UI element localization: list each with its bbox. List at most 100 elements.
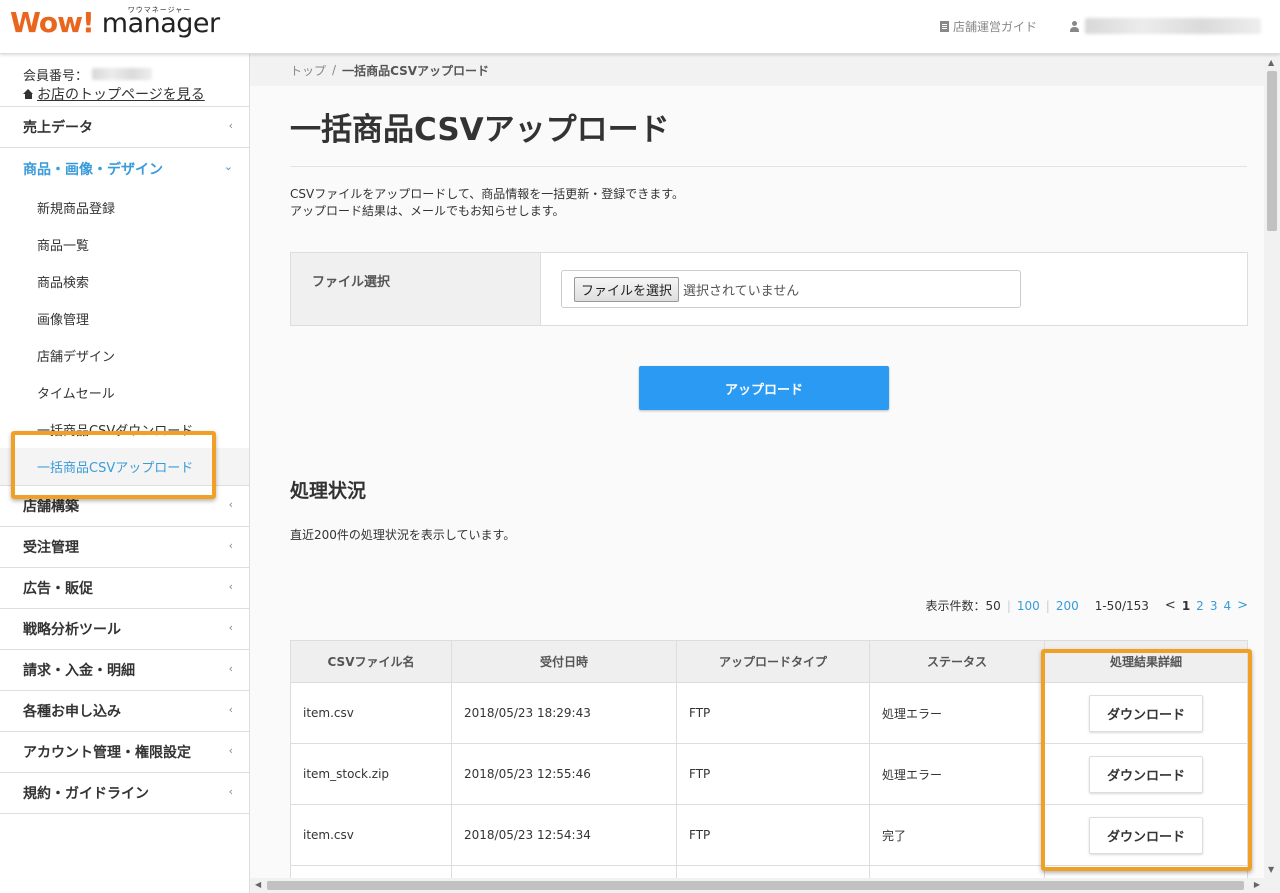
column-header-filename: CSVファイル名 [290, 640, 452, 683]
sidebar-item-ads-promotion[interactable]: 広告・販促 ‹ [0, 568, 249, 609]
top-header: Wow! ワウマネージャー manager 店舗運営ガイド [0, 0, 1280, 54]
user-icon [1070, 20, 1079, 32]
page-description: CSVファイルをアップロードして、商品情報を一括更新・登録できます。 アップロー… [290, 186, 684, 220]
chevron-left-icon: ‹ [228, 785, 233, 798]
sidebar-item-store-building[interactable]: 店舗構築 ‹ [0, 486, 249, 527]
store-guide-link[interactable]: 店舗運営ガイド [940, 18, 1037, 35]
pager-separator: | [1045, 598, 1050, 613]
member-info: 会員番号： お店のトップページを見る [0, 54, 249, 107]
breadcrumb-top[interactable]: トップ [290, 62, 326, 79]
download-button[interactable]: ダウンロード [1089, 816, 1203, 854]
cell-status: 処理エラー [869, 682, 1045, 744]
cell-filename [290, 865, 452, 878]
vertical-scrollbar[interactable]: ▲ ▼ [1264, 54, 1280, 878]
download-button[interactable]: ダウンロード [1089, 755, 1203, 793]
download-button[interactable]: ダウンロード [1089, 694, 1203, 732]
chevron-left-icon: ‹ [228, 119, 233, 132]
scroll-down-arrow-icon[interactable]: ▼ [1268, 865, 1274, 874]
scroll-right-arrow-icon[interactable]: ▶ [1254, 880, 1260, 889]
submenu-item-store-design[interactable]: 店舗デザイン [0, 337, 249, 374]
sidebar-item-label: 規約・ガイドライン [23, 786, 149, 802]
member-number-row: 会員番号： [23, 66, 249, 84]
next-page-button[interactable]: > [1237, 598, 1248, 613]
cell-result-detail: ダウンロード [1044, 743, 1248, 805]
content-area: 一括商品CSVアップロード CSVファイルをアップロードして、商品情報を一括更新… [250, 86, 1264, 878]
submenu-item-csv-download[interactable]: 一括商品CSVダウンロード [0, 411, 249, 448]
column-header-received: 受付日時 [451, 640, 677, 683]
store-top-link-label: お店のトップページを見る [37, 87, 205, 103]
page-size-current: 表示件数：50 [925, 599, 1001, 613]
page-3[interactable]: 3 [1210, 599, 1218, 613]
cell-result-detail: ダウンロード [1044, 804, 1248, 866]
cell-status: 処理エラー [869, 743, 1045, 805]
table-row [290, 865, 1248, 878]
sidebar-item-applications[interactable]: 各種お申し込み ‹ [0, 691, 249, 732]
submenu-item-image-management[interactable]: 画像管理 [0, 300, 249, 337]
sidebar-item-label: 各種お申し込み [23, 704, 121, 720]
logo-kana: ワウマネージャー [127, 6, 192, 14]
cell-filename: item_stock.zip [290, 743, 452, 805]
chevron-down-icon: ⌄ [223, 160, 233, 173]
redacted-member-number [92, 68, 153, 80]
submenu-item-csv-upload[interactable]: 一括商品CSVアップロード [0, 448, 249, 485]
page-1[interactable]: 1 [1182, 599, 1190, 613]
file-input[interactable]: ファイルを選択 選択されていません [561, 270, 1021, 308]
sidebar-item-label: アカウント管理・権限設定 [23, 745, 191, 761]
submenu-item-time-sale[interactable]: タイムセール [0, 374, 249, 411]
home-icon [23, 89, 34, 99]
vertical-scroll-thumb[interactable] [1267, 71, 1277, 231]
cell-result-detail: ダウンロード [1044, 682, 1248, 744]
sidebar-item-label: 売上データ [23, 120, 93, 136]
sidebar-item-product-image-design[interactable]: 商品・画像・デザイン ⌄ [0, 148, 249, 189]
table-row: item.csv 2018/05/23 12:54:34 FTP 完了 ダウンロ… [290, 804, 1248, 866]
user-menu[interactable] [1070, 18, 1261, 34]
sidebar-item-billing[interactable]: 請求・入金・明細 ‹ [0, 650, 249, 691]
sidebar-item-account-permissions[interactable]: アカウント管理・権限設定 ‹ [0, 732, 249, 773]
cell-result-detail [1044, 865, 1248, 878]
page-size-100[interactable]: 100 [1017, 599, 1040, 613]
submenu-item-product-search[interactable]: 商品検索 [0, 263, 249, 300]
breadcrumb: トップ / 一括商品CSVアップロード [250, 54, 1264, 86]
sidebar-item-strategy-analysis[interactable]: 戦略分析ツール ‹ [0, 609, 249, 650]
submenu-item-new-product[interactable]: 新規商品登録 [0, 189, 249, 226]
sidebar-item-order-management[interactable]: 受注管理 ‹ [0, 527, 249, 568]
horizontal-scrollbar[interactable]: ◀ ▶ [250, 878, 1280, 893]
chevron-left-icon: ‹ [228, 498, 233, 511]
main-content: トップ / 一括商品CSVアップロード 一括商品CSVアップロード CSVファイ… [250, 54, 1264, 878]
cell-received: 2018/05/23 12:55:46 [451, 743, 677, 805]
no-file-selected-text: 選択されていません [683, 283, 800, 299]
document-icon [940, 21, 949, 32]
column-header-upload-type: アップロードタイプ [676, 640, 870, 683]
pagination: 表示件数：50 | 100 | 200 1-50/153 < 1 2 3 4 > [926, 597, 1248, 614]
page-2[interactable]: 2 [1196, 599, 1204, 613]
cell-received: 2018/05/23 18:29:43 [451, 682, 677, 744]
wow-manager-logo[interactable]: Wow! ワウマネージャー manager [10, 6, 220, 39]
table-row: item.csv 2018/05/23 18:29:43 FTP 処理エラー ダ… [290, 682, 1248, 744]
upload-button[interactable]: アップロード [639, 366, 889, 410]
chevron-left-icon: ‹ [228, 539, 233, 552]
cell-received [451, 865, 677, 878]
page-title: 一括商品CSVアップロード [290, 112, 670, 148]
scroll-left-arrow-icon[interactable]: ◀ [255, 880, 261, 889]
page-4[interactable]: 4 [1223, 599, 1231, 613]
sidebar-item-label: 店舗構築 [23, 499, 79, 515]
file-select-panel: ファイル選択 ファイルを選択 選択されていません [290, 252, 1248, 326]
page-description-line2: アップロード結果は、メールでもお知らせします。 [290, 204, 565, 218]
sidebar-item-terms-guidelines[interactable]: 規約・ガイドライン ‹ [0, 773, 249, 814]
cell-status: 完了 [869, 804, 1045, 866]
table-header-row: CSVファイル名 受付日時 アップロードタイプ ステータス 処理結果詳細 [290, 640, 1248, 683]
choose-file-button[interactable]: ファイルを選択 [574, 276, 680, 302]
horizontal-scroll-thumb[interactable] [267, 881, 1244, 890]
sidebar-item-label: 請求・入金・明細 [23, 663, 135, 679]
sidebar-item-label: 受注管理 [23, 540, 79, 556]
cell-filename: item.csv [290, 804, 452, 866]
store-top-link[interactable]: お店のトップページを見る [23, 84, 249, 104]
breadcrumb-separator: / [332, 63, 337, 77]
submenu-item-product-list[interactable]: 商品一覧 [0, 226, 249, 263]
prev-page-button[interactable]: < [1165, 598, 1176, 613]
scroll-up-arrow-icon[interactable]: ▲ [1268, 58, 1274, 67]
sidebar-item-sales-data[interactable]: 売上データ ‹ [0, 107, 249, 148]
sidebar-item-label: 広告・販促 [23, 581, 93, 597]
page-size-200[interactable]: 200 [1056, 599, 1079, 613]
cell-upload-type: FTP [676, 743, 870, 805]
